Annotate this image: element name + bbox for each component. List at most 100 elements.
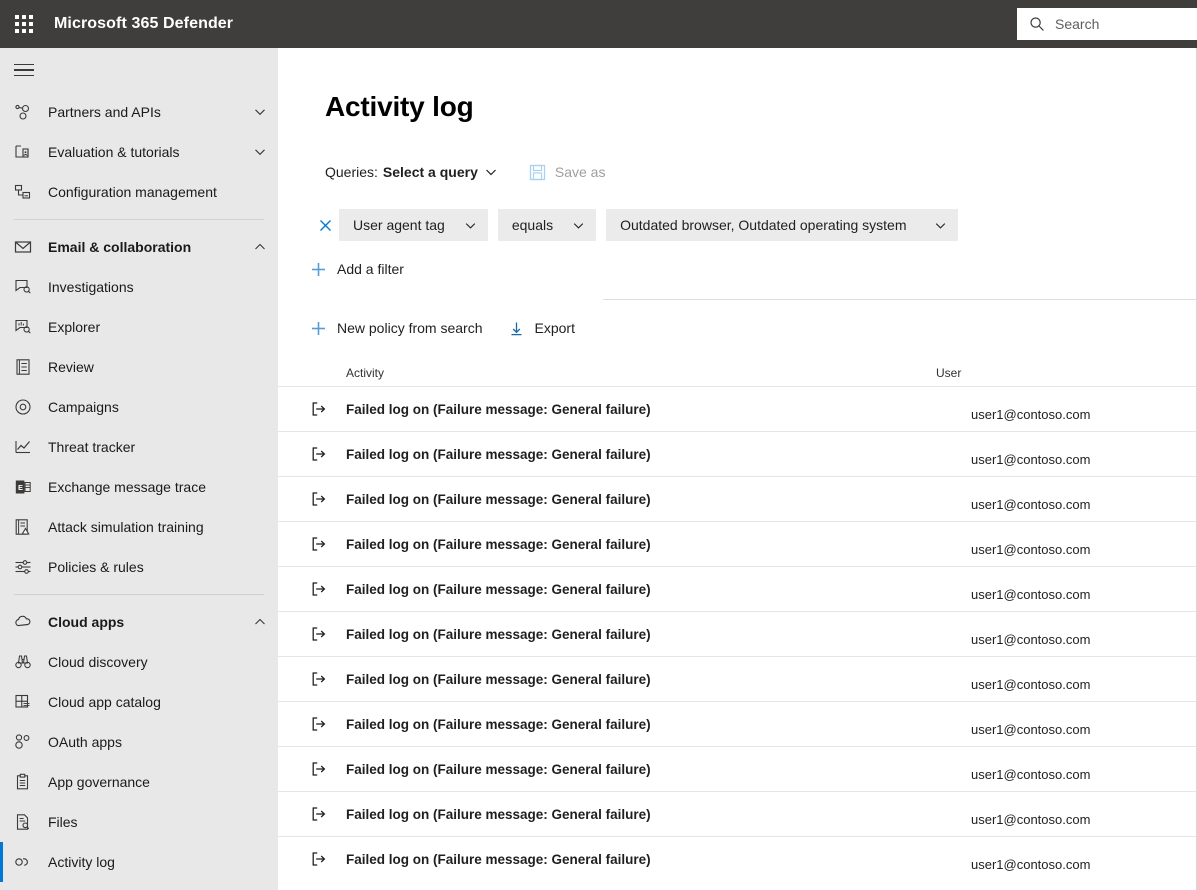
filter-value-text: Outdated browser, Outdated operating sys… xyxy=(620,217,906,233)
sidebar-item-attack-simulation-training[interactable]: Attack simulation training xyxy=(0,507,278,547)
sign-in-arrow-icon xyxy=(311,536,346,552)
user-cell: user1@contoso.com xyxy=(971,452,1171,467)
sidebar-item-investigations[interactable]: Investigations xyxy=(0,267,278,307)
user-cell: user1@contoso.com xyxy=(971,587,1171,602)
sidebar-item-partners-and-apis[interactable]: Partners and APIs xyxy=(0,92,278,132)
cloud-icon xyxy=(14,612,38,632)
column-header-activity[interactable]: Activity xyxy=(311,366,936,380)
global-search-box[interactable]: Search xyxy=(1017,8,1197,40)
table-row[interactable]: Failed log on (Failure message: General … xyxy=(278,611,1196,656)
sidebar-item-label: Policies & rules xyxy=(48,559,144,575)
save-as-button[interactable]: Save as xyxy=(529,164,606,181)
sidebar-divider xyxy=(14,219,264,220)
table-body: Failed log on (Failure message: General … xyxy=(278,386,1196,881)
activity-cell: Failed log on (Failure message: General … xyxy=(346,402,971,417)
table-row[interactable]: Failed log on (Failure message: General … xyxy=(278,791,1196,836)
table-row[interactable]: Failed log on (Failure message: General … xyxy=(278,476,1196,521)
table-row[interactable]: Failed log on (Failure message: General … xyxy=(278,521,1196,566)
user-cell: user1@contoso.com xyxy=(971,497,1171,512)
sidebar-item-exchange-message-trace[interactable]: E Exchange message trace xyxy=(0,467,278,507)
user-cell: user1@contoso.com xyxy=(971,767,1171,782)
remove-filter-button[interactable] xyxy=(311,219,339,232)
save-as-label: Save as xyxy=(555,164,606,180)
sign-in-arrow-icon xyxy=(311,716,346,732)
user-cell: user1@contoso.com xyxy=(971,632,1171,647)
export-button[interactable]: Export xyxy=(509,320,575,336)
column-header-user[interactable]: User xyxy=(936,366,1136,380)
activity-cell: Failed log on (Failure message: General … xyxy=(346,582,971,597)
sidebar-item-label: Evaluation & tutorials xyxy=(48,144,180,160)
activity-cell: Failed log on (Failure message: General … xyxy=(346,852,971,867)
sidebar-group-cloud-apps[interactable]: Cloud apps xyxy=(0,602,278,642)
partners-api-icon xyxy=(14,102,38,122)
download-arrow-icon xyxy=(509,321,524,336)
sidebar-item-label: App governance xyxy=(48,774,150,790)
binoculars-icon xyxy=(14,652,38,672)
chevron-down-icon xyxy=(935,220,946,231)
activity-cell: Failed log on (Failure message: General … xyxy=(346,762,971,777)
sidebar-item-label: OAuth apps xyxy=(48,734,122,750)
user-cell: user1@contoso.com xyxy=(971,722,1171,737)
new-policy-from-search-label: New policy from search xyxy=(337,320,483,336)
suite-title: Microsoft 365 Defender xyxy=(54,15,233,33)
sidebar-item-cloud-discovery[interactable]: Cloud discovery xyxy=(0,642,278,682)
save-disk-icon xyxy=(529,164,546,181)
queries-row: Queries: Select a query Save as xyxy=(325,161,1196,183)
sign-in-arrow-icon xyxy=(311,806,346,822)
filter-value-dropdown[interactable]: Outdated browser, Outdated operating sys… xyxy=(606,209,957,241)
chevron-down-icon[interactable] xyxy=(485,166,497,178)
filter-operator-dropdown[interactable]: equals xyxy=(498,209,596,241)
add-filter-label: Add a filter xyxy=(337,261,404,277)
nav-collapse-button[interactable] xyxy=(0,48,278,92)
activity-cell: Failed log on (Failure message: General … xyxy=(346,807,971,822)
sidebar-group-email-and-collaboration[interactable]: Email & collaboration xyxy=(0,227,278,267)
chevron-up-icon xyxy=(254,616,266,628)
sidebar-item-label: Files xyxy=(48,814,78,830)
add-filter-button[interactable]: Add a filter xyxy=(311,261,1196,277)
chevron-down-icon xyxy=(254,146,266,158)
table-row[interactable]: Failed log on (Failure message: General … xyxy=(278,836,1196,881)
svg-text:E: E xyxy=(18,483,23,492)
activity-cell: Failed log on (Failure message: General … xyxy=(346,537,971,552)
app-launcher-grid-icon xyxy=(15,15,33,33)
sidebar-item-evaluation-and-tutorials[interactable]: Evaluation & tutorials xyxy=(0,132,278,172)
sidebar-item-label: Cloud discovery xyxy=(48,654,148,670)
table-row[interactable]: Failed log on (Failure message: General … xyxy=(278,746,1196,791)
sidebar-item-configuration-management[interactable]: Configuration management xyxy=(0,172,278,212)
new-policy-from-search-button[interactable]: New policy from search xyxy=(311,320,483,336)
chevron-down-icon xyxy=(465,220,476,231)
app-launcher-button[interactable] xyxy=(0,0,48,48)
sidebar-item-policies-and-rules[interactable]: Policies & rules xyxy=(0,547,278,587)
table-row[interactable]: Failed log on (Failure message: General … xyxy=(278,701,1196,746)
sidebar-item-activity-log[interactable]: Activity log xyxy=(0,842,278,882)
sidebar-item-cloud-app-catalog[interactable]: Cloud app catalog xyxy=(0,682,278,722)
user-cell: user1@contoso.com xyxy=(971,812,1171,827)
sliders-icon xyxy=(14,557,38,577)
sidebar-item-review[interactable]: Review xyxy=(0,347,278,387)
chevron-down-icon xyxy=(254,106,266,118)
sidebar-item-label: Configuration management xyxy=(48,184,217,200)
sidebar-item-campaigns[interactable]: Campaigns xyxy=(0,387,278,427)
plus-icon xyxy=(311,262,326,277)
sidebar-item-explorer[interactable]: Explorer xyxy=(0,307,278,347)
sidebar-item-app-governance[interactable]: App governance xyxy=(0,762,278,802)
sidebar-item-label: Partners and APIs xyxy=(48,104,161,120)
chevron-up-icon xyxy=(254,241,266,253)
filter-field-value: User agent tag xyxy=(353,217,445,233)
sign-in-arrow-icon xyxy=(311,671,346,687)
toolbar-divider xyxy=(603,299,1197,300)
activity-cell: Failed log on (Failure message: General … xyxy=(346,627,971,642)
table-row[interactable]: Failed log on (Failure message: General … xyxy=(278,566,1196,611)
filter-field-dropdown[interactable]: User agent tag xyxy=(339,209,488,241)
attack-simulation-icon xyxy=(14,517,38,537)
table-row[interactable]: Failed log on (Failure message: General … xyxy=(278,656,1196,701)
sidebar-item-oauth-apps[interactable]: OAuth apps xyxy=(0,722,278,762)
hamburger-menu-icon xyxy=(14,60,34,81)
sidebar-item-label: Campaigns xyxy=(48,399,119,415)
sidebar-item-files[interactable]: Files xyxy=(0,802,278,842)
sidebar-item-threat-tracker[interactable]: Threat tracker xyxy=(0,427,278,467)
table-row[interactable]: Failed log on (Failure message: General … xyxy=(278,386,1196,431)
query-selector[interactable]: Select a query xyxy=(383,164,478,180)
mail-icon xyxy=(14,237,38,257)
table-row[interactable]: Failed log on (Failure message: General … xyxy=(278,431,1196,476)
